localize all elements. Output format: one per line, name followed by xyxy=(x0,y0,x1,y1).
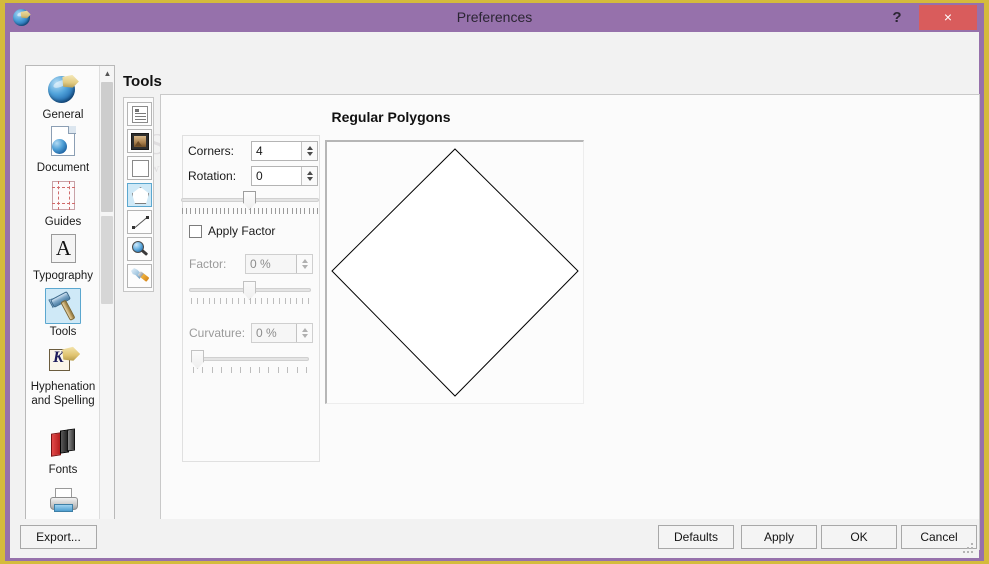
wrench-screwdriver-tool-icon[interactable] xyxy=(127,264,152,288)
curvature-value[interactable]: 0 % xyxy=(252,324,296,342)
help-button[interactable]: ? xyxy=(882,3,912,32)
preview-polygon-shape xyxy=(331,148,579,397)
curvature-label: Curvature: xyxy=(189,326,246,340)
scrollbar-thumb[interactable] xyxy=(101,82,113,212)
category-scroll-area: General Document Guides A Typography Too… xyxy=(26,66,100,549)
printer-icon xyxy=(45,484,81,520)
export-button[interactable]: Export... xyxy=(20,525,97,549)
letter-a-icon: A xyxy=(45,232,81,268)
rotation-label: Rotation: xyxy=(188,169,237,183)
preferences-window: Preferences ? × SOFTPEDIA www.softpedia.… xyxy=(5,3,984,561)
sidebar-item-fonts[interactable]: Fonts xyxy=(29,426,97,477)
rotation-slider-ticks xyxy=(182,208,318,215)
factor-stepper[interactable]: 0 % xyxy=(245,254,313,274)
preferences-window-root: Preferences ? × SOFTPEDIA www.softpedia.… xyxy=(0,0,989,564)
category-scrollbar[interactable]: ▲ ▼ xyxy=(99,66,114,549)
tool-icon-strip xyxy=(123,97,154,292)
sidebar-item-label: Hyphenation and Spelling xyxy=(30,381,96,407)
corners-label: Corners: xyxy=(188,144,235,158)
apply-factor-checkbox[interactable]: Apply Factor xyxy=(189,224,275,238)
polygon-tool-icon[interactable] xyxy=(127,183,152,207)
apply-button[interactable]: Apply xyxy=(741,525,817,549)
corners-value[interactable]: 4 xyxy=(252,142,301,160)
sidebar-item-label: Guides xyxy=(44,216,82,228)
sidebar-item-document[interactable]: Document xyxy=(29,124,97,175)
sidebar-item-typography[interactable]: A Typography xyxy=(29,232,97,283)
books-icon xyxy=(45,426,81,462)
sidebar-item-general[interactable]: General xyxy=(29,71,97,122)
section-title: Regular Polygons xyxy=(331,109,451,125)
page-title: Tools xyxy=(123,73,162,90)
rotation-stepper[interactable]: 0 xyxy=(251,166,318,186)
rotation-spin-arrows-icon[interactable] xyxy=(301,167,317,185)
ok-button[interactable]: OK xyxy=(821,525,897,549)
corners-spin-arrows-icon[interactable] xyxy=(301,142,317,160)
factor-slider[interactable] xyxy=(189,281,311,300)
sidebar-item-tools[interactable]: Tools xyxy=(29,288,97,339)
sidebar-item-label: Document xyxy=(36,162,90,174)
factor-label: Factor: xyxy=(189,257,227,271)
factor-value[interactable]: 0 % xyxy=(246,255,296,273)
shape-rectangle-tool-icon[interactable] xyxy=(127,156,152,180)
corners-stepper[interactable]: 4 xyxy=(251,141,318,161)
rotation-value[interactable]: 0 xyxy=(252,167,301,185)
curvature-slider-ticks xyxy=(193,367,307,374)
hammer-icon xyxy=(45,288,81,324)
apply-factor-checkbox-box[interactable] xyxy=(189,224,202,238)
text-frame-tool-icon[interactable] xyxy=(127,102,152,126)
pen-card-icon: K xyxy=(45,343,81,379)
close-button[interactable]: × xyxy=(919,5,977,30)
tools-settings-panel: Regular Polygons Corners: 4 Rotation: 0 xyxy=(160,94,980,550)
resize-grip-icon[interactable] xyxy=(963,543,975,555)
factor-spin-arrows-icon[interactable] xyxy=(296,255,312,273)
polygon-preview xyxy=(325,140,584,404)
globe-pen-icon xyxy=(45,71,81,107)
zoom-magnifier-tool-icon[interactable] xyxy=(127,237,152,261)
sidebar-item-guides[interactable]: Guides xyxy=(29,178,97,229)
defaults-button[interactable]: Defaults xyxy=(658,525,734,549)
document-globe-icon xyxy=(45,124,81,160)
sidebar-item-label: Fonts xyxy=(48,464,78,476)
line-tool-icon[interactable] xyxy=(127,210,152,234)
scroll-up-arrow-icon[interactable]: ▲ xyxy=(100,66,114,81)
apply-factor-label: Apply Factor xyxy=(208,224,276,238)
curvature-spin-arrows-icon[interactable] xyxy=(296,324,312,342)
rotation-slider[interactable] xyxy=(181,191,319,210)
guides-grid-icon xyxy=(45,178,81,214)
dialog-body: SOFTPEDIA www.softpedia.com SOFTPEDIA Ge… xyxy=(10,32,980,550)
scrollbar-thumb-lower[interactable] xyxy=(101,216,113,304)
sidebar-item-label: General xyxy=(42,109,84,121)
curvature-slider[interactable] xyxy=(191,350,309,369)
factor-slider-ticks xyxy=(191,298,309,305)
sidebar-item-label: Typography xyxy=(32,270,94,282)
dialog-bottom-bar: Export... Defaults Apply OK Cancel xyxy=(10,519,979,558)
polygon-preview-svg xyxy=(331,148,579,397)
category-list-panel: General Document Guides A Typography Too… xyxy=(25,65,115,550)
sidebar-item-hyphenation-and-spelling[interactable]: K Hyphenation and Spelling xyxy=(29,343,97,408)
curvature-slider-track[interactable] xyxy=(191,357,309,361)
window-title: Preferences xyxy=(456,9,533,25)
image-frame-tool-icon[interactable] xyxy=(127,129,152,153)
curvature-stepper[interactable]: 0 % xyxy=(251,323,313,343)
title-bar: Preferences ? × xyxy=(5,3,984,32)
sidebar-item-label: Tools xyxy=(49,326,77,338)
